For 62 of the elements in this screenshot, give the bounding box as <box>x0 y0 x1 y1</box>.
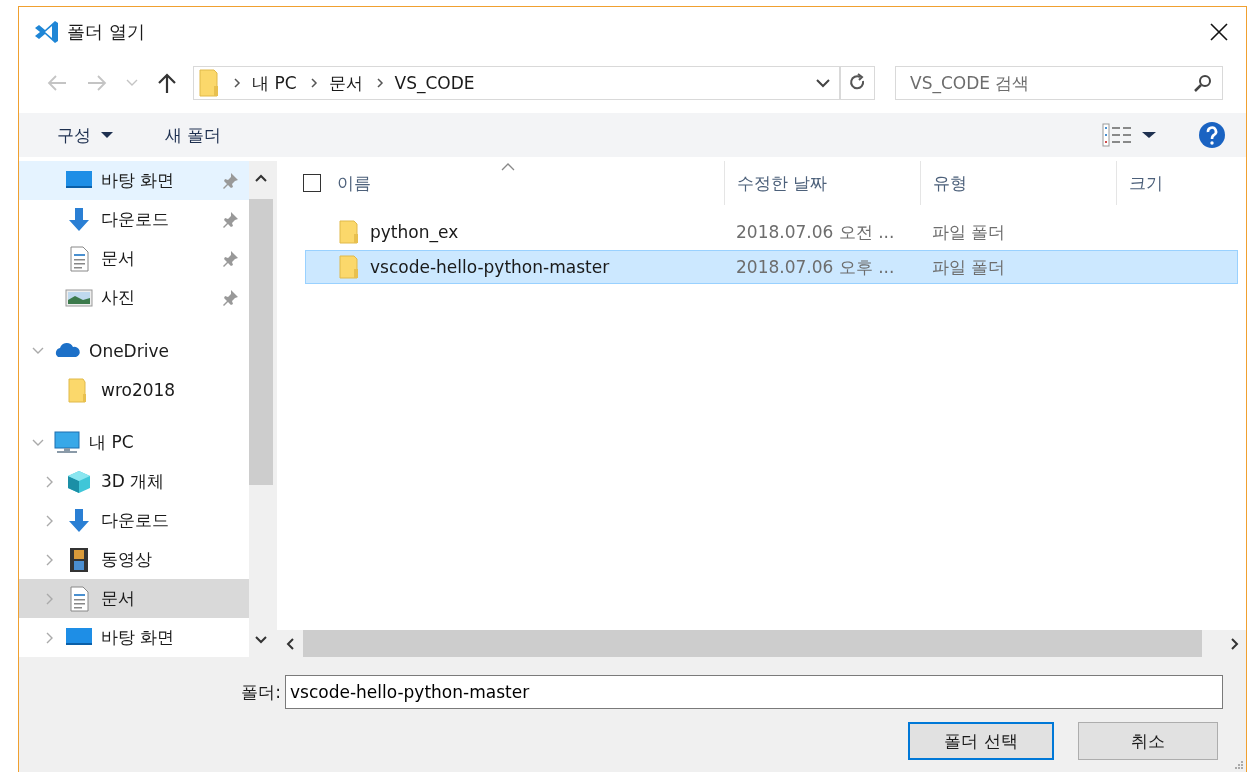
sidebar-item[interactable]: 3D 개체 <box>19 462 249 501</box>
organize-menu-button[interactable]: 구성 <box>47 117 123 153</box>
select-folder-button[interactable]: 폴더 선택 <box>908 722 1054 760</box>
sidebar-item[interactable]: wro2018 <box>19 370 249 409</box>
caret-down-icon <box>101 131 113 139</box>
window-title: 폴더 열기 <box>67 20 145 44</box>
scroll-down-icon <box>254 635 268 645</box>
sidebar-item[interactable]: 바탕 화면 <box>19 618 249 657</box>
modified-date: 2018.07.06 오전 ... <box>736 220 895 244</box>
refresh-button[interactable] <box>841 66 875 100</box>
folder-name-field[interactable]: vscode-hello-python-master <box>285 675 1223 709</box>
help-button[interactable] <box>1198 121 1226 149</box>
sidebar-item[interactable]: OneDrive <box>19 331 249 370</box>
sidebar-item[interactable]: 다운로드 <box>19 200 249 239</box>
file-type: 파일 폴더 <box>932 220 1006 244</box>
cancel-button[interactable]: 취소 <box>1078 722 1218 760</box>
sidebar-item[interactable]: 문서 <box>19 239 249 278</box>
close-icon <box>1210 23 1228 41</box>
breadcrumb-item[interactable]: VS_CODE <box>394 73 475 93</box>
file-name: vscode-hello-python-master <box>370 257 610 277</box>
vertical-scrollbar[interactable] <box>249 161 273 657</box>
sidebar-item[interactable]: 동영상 <box>19 540 249 579</box>
chevron-right-icon <box>374 77 385 89</box>
new-folder-button[interactable]: 새 폴더 <box>155 117 232 153</box>
column-header[interactable]: 수정한 날짜 <box>725 161 921 205</box>
sidebar-item[interactable]: 다운로드 <box>19 501 249 540</box>
chevron-down-icon <box>814 78 831 88</box>
sidebar-item[interactable]: 문서 <box>19 579 249 618</box>
folder-icon <box>338 219 360 245</box>
field-label: 폴더: <box>240 680 281 704</box>
help-icon <box>1198 121 1226 149</box>
folder-icon <box>198 68 220 98</box>
caret-down-icon <box>1142 131 1156 139</box>
column-header[interactable]: 크기 <box>1117 161 1246 205</box>
address-bar[interactable]: 내 PC 문서 VS_CODE <box>193 66 841 100</box>
column-header[interactable]: 이름 <box>277 161 725 205</box>
scroll-right-icon <box>1230 636 1240 651</box>
search-icon <box>1193 73 1213 93</box>
modified-date: 2018.07.06 오후 ... <box>736 255 895 279</box>
sidebar-item[interactable]: 사진 <box>19 278 249 317</box>
search-field[interactable]: VS_CODE 검색 <box>895 66 1223 100</box>
sidebar-item[interactable]: 바탕 화면 <box>19 161 249 200</box>
chevron-right-icon <box>308 77 319 89</box>
column-header[interactable]: 유형 <box>921 161 1117 205</box>
file-row[interactable]: python_ex 2018.07.06 오전 ... 파일 폴더 <box>305 215 1238 249</box>
scroll-up-icon <box>254 173 268 183</box>
chevron-down-icon <box>126 79 138 87</box>
sidebar-item[interactable]: 내 PC <box>19 423 249 462</box>
up-arrow-icon <box>156 72 178 94</box>
breadcrumb-item[interactable]: 문서 <box>328 71 363 95</box>
chevron-right-icon <box>232 77 242 89</box>
file-row[interactable]: vscode-hello-python-master 2018.07.06 오후 ... 파일 폴더 <box>305 250 1238 284</box>
scrollbar-thumb[interactable] <box>249 199 273 485</box>
file-type: 파일 폴더 <box>932 255 1006 279</box>
folder-icon <box>338 254 360 280</box>
details-view-icon <box>1102 123 1132 147</box>
app-logo-icon <box>33 20 59 44</box>
breadcrumb-item[interactable]: 내 PC <box>252 71 297 95</box>
scroll-left-icon <box>285 636 295 651</box>
select-all-checkbox[interactable] <box>303 174 321 192</box>
file-name: python_ex <box>370 222 459 242</box>
resize-grip-icon <box>1234 760 1244 770</box>
